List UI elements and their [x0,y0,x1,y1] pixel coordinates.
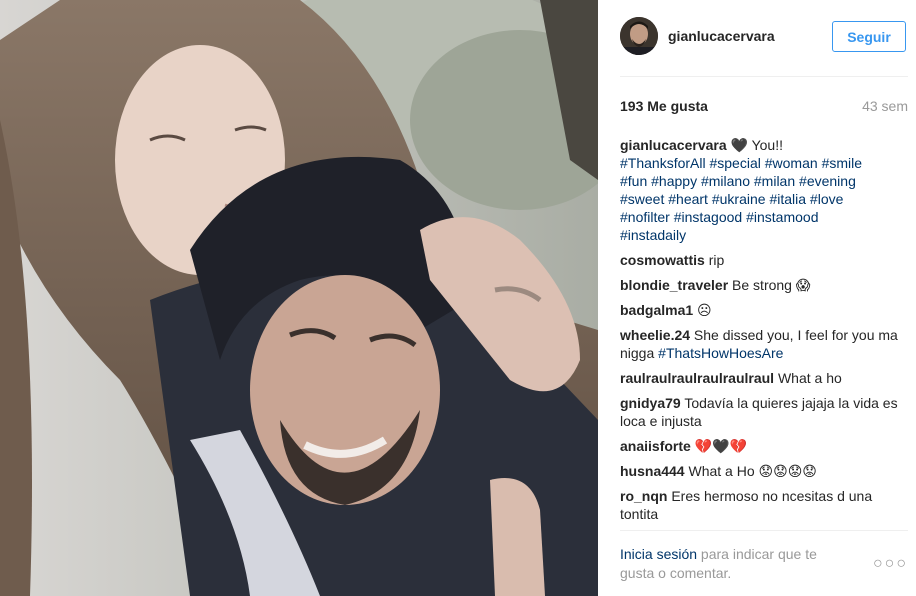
hashtag[interactable]: #sweet [620,191,664,207]
post-time[interactable]: 43 sem [862,98,908,114]
hashtag[interactable]: #evening [799,173,856,189]
hashtag[interactable]: #nofilter [620,209,670,225]
comment-username[interactable]: blondie_traveler [620,277,728,293]
comment-username[interactable]: cosmowattis [620,252,705,268]
caption-text: 🖤 You!! [726,137,784,153]
comment-text: What a Ho 😟😟😟😟 [684,463,817,479]
post-photo[interactable] [0,0,598,596]
hashtag[interactable]: #love [810,191,843,207]
hashtag[interactable]: #milan [754,173,795,189]
comment-text: Be strong 😱 [728,277,811,293]
hashtag[interactable]: #woman [765,155,818,171]
comment-username[interactable]: anaiisforte [620,438,691,454]
comment-text: ☹ [693,302,712,318]
comment-text: 💔🖤💔 [690,438,747,454]
comment-text: rip [704,252,725,268]
hashtag[interactable]: #ThatsHowHoesAre [658,345,783,361]
comment-username[interactable]: gnidya79 [620,395,681,411]
comment-username[interactable]: raulraulraulraulraulraul [620,370,774,386]
comment: husna444 What a Ho 😟😟😟😟 [620,462,910,480]
hashtag[interactable]: #ThanksforAll [620,155,706,171]
post-header: gianlucacervara Seguir [620,17,908,57]
comment: blondie_traveler Be strong 😱 [620,276,910,294]
comment-username[interactable]: ro_nqn [620,488,667,504]
hashtag[interactable]: #instamood [746,209,818,225]
caption: gianlucacervara 🖤 You!! #ThanksforAll #s… [620,136,910,244]
caption-username[interactable]: gianlucacervara [620,137,727,153]
comment-text: What a ho [774,370,842,386]
comment-username[interactable]: wheelie.24 [620,327,690,343]
hashtag[interactable]: #heart [668,191,708,207]
follow-button[interactable]: Seguir [832,21,906,52]
hashtag[interactable]: #milano [701,173,750,189]
hashtag[interactable]: #ukraine [712,191,766,207]
hashtag[interactable]: #italia [769,191,806,207]
comment-username[interactable]: badgalma1 [620,302,693,318]
comment: badgalma1 ☹ [620,301,910,319]
hashtag[interactable]: #instagood [674,209,743,225]
comment: gnidya79 Todavía la quieres jajaja la vi… [620,394,910,430]
comment: ro_nqn Eres hermoso no ncesitas d una to… [620,487,910,523]
photo-illustration [0,0,598,596]
hashtag[interactable]: #instadaily [620,227,686,243]
avatar[interactable] [620,17,658,55]
avatar-image [620,17,658,55]
divider [620,530,908,531]
hashtag[interactable]: #happy [651,173,697,189]
login-prompt: Inicia sesión para indicar que te gusta … [620,545,850,583]
hashtag[interactable]: #fun [620,173,647,189]
post-sidebar: gianlucacervara Seguir 193 Me gusta 43 s… [598,0,916,596]
comment: raulraulraulraulraulraul What a ho [620,369,910,387]
hashtag[interactable]: #smile [822,155,862,171]
instagram-post: gianlucacervara Seguir 193 Me gusta 43 s… [0,0,916,596]
divider [620,76,908,77]
comment: wheelie.24 She dissed you, I feel for yo… [620,326,910,362]
more-options-icon[interactable]: ○○○ [873,555,908,573]
username-link[interactable]: gianlucacervara [668,28,775,44]
comments-list: gianlucacervara 🖤 You!! #ThanksforAll #s… [620,136,910,530]
login-link[interactable]: Inicia sesión [620,546,697,562]
comment-username[interactable]: husna444 [620,463,685,479]
likes-row: 193 Me gusta 43 sem [620,98,908,118]
comment: anaiisforte 💔🖤💔 [620,437,910,455]
comment: cosmowattis rip [620,251,910,269]
hashtag[interactable]: #special [709,155,760,171]
likes-count[interactable]: 193 Me gusta [620,98,708,114]
